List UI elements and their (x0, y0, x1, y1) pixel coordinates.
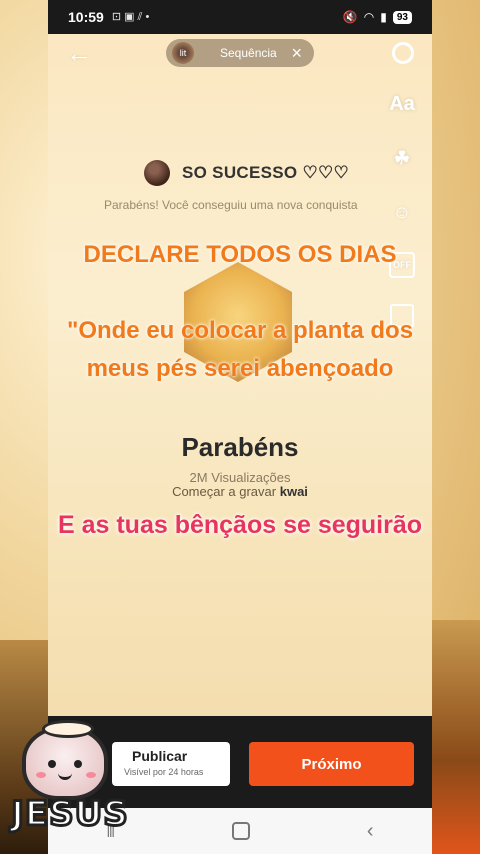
sticker-tool-icon[interactable]: ☺ (388, 198, 416, 226)
sequence-pill[interactable]: lit Sequência × (166, 39, 314, 67)
jesus-sticker: JESUS (0, 714, 140, 844)
overlay-text-quote: "Onde eu colocar a planta dos meus pés s… (66, 317, 414, 382)
post-user-row: SO SUCESSO ♡♡♡ (144, 160, 349, 186)
editor-top-bar: ← lit Sequência × (48, 34, 432, 74)
halo-icon (42, 720, 94, 738)
battery-level: 93 (392, 10, 412, 24)
signal-icon: ▮ (380, 10, 387, 24)
next-button[interactable]: Próximo (249, 742, 414, 786)
background-shadow-right (432, 620, 480, 854)
close-icon[interactable]: × (291, 43, 302, 64)
text-tool-icon[interactable]: Aa (388, 90, 416, 118)
record-text: Começar a gravar (172, 484, 277, 499)
kwai-logo: kwai (279, 484, 308, 499)
achievement-text: Parabéns! Você conseguiu uma nova conqui… (104, 198, 358, 212)
settings-gear-icon[interactable] (392, 42, 414, 64)
home-icon[interactable] (232, 822, 251, 840)
publish-label: Publicar (132, 748, 188, 764)
wifi-icon: ◠ (363, 10, 375, 24)
status-time: 10:59 (68, 9, 104, 25)
sticker-text: JESUS (10, 793, 129, 836)
pill-label: Sequência (220, 46, 277, 60)
effects-tool-icon[interactable]: ☘ (388, 144, 416, 172)
mute-icon: 🔇 (342, 10, 358, 24)
status-bar: 10:59 ⊡ ▣ ⫽ • 🔇 ◠ ▮ 93 (48, 0, 432, 34)
back-arrow-icon[interactable]: ← (66, 38, 92, 69)
status-notification-icons: ⊡ ▣ ⫽ • (111, 11, 150, 23)
overlay-text-declare: DECLARE TODOS OS DIAS (83, 241, 397, 268)
overlay-text-blessings: E as tuas bênçãos se seguirão (57, 511, 423, 539)
views-count: 2M Visualizações (189, 470, 291, 485)
pill-thumbnail: lit (172, 42, 194, 64)
record-row: Começar a gravar kwai (48, 484, 432, 499)
post-title: Parabéns (181, 432, 299, 462)
back-icon[interactable]: ‹ (367, 820, 374, 843)
username: SO SUCESSO ♡♡♡ (182, 163, 350, 182)
avatar (144, 160, 170, 186)
